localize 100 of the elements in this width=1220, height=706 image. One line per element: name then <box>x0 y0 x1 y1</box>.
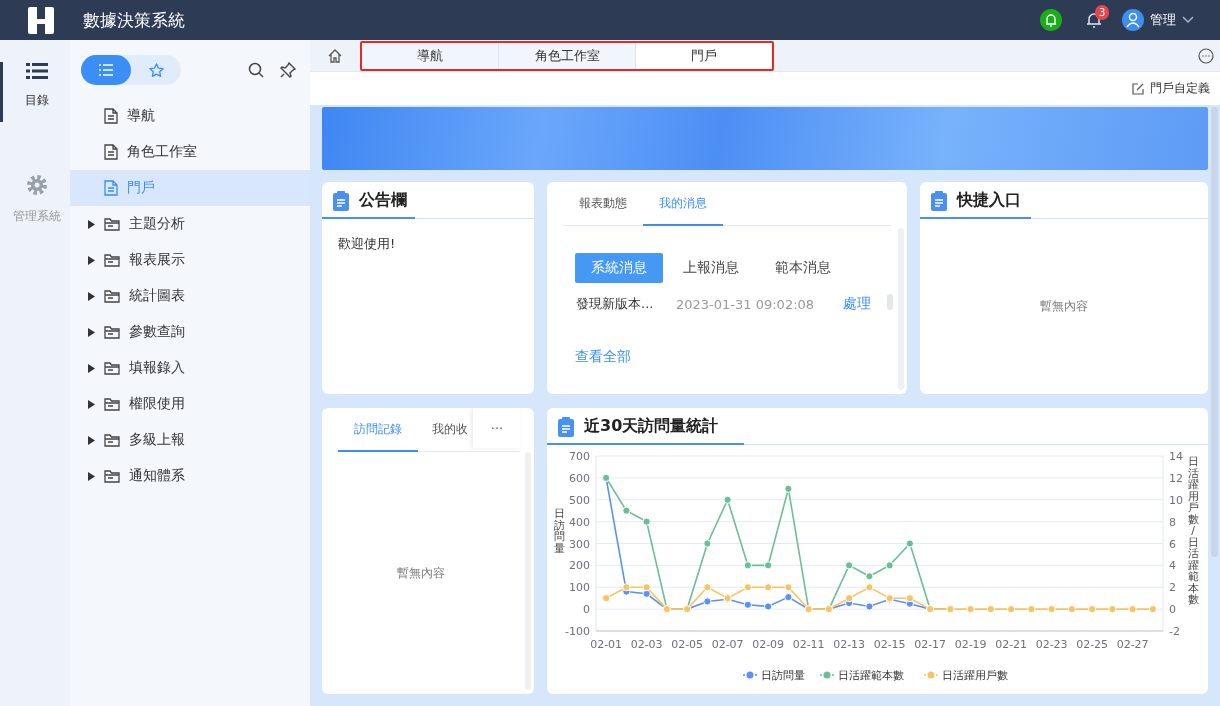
avatar-icon[interactable] <box>1122 9 1144 31</box>
legend-marker-icon[interactable] <box>819 671 835 679</box>
point <box>1148 605 1157 614</box>
handle-link[interactable]: 處理 <box>843 295 871 313</box>
axis-tick-label: 6 <box>1169 537 1176 551</box>
axis-tick-label: 02-17 <box>914 638 947 651</box>
tree-item[interactable]: 多級上報 <box>70 422 310 458</box>
tree-item[interactable]: 權限使用 <box>70 386 310 422</box>
caret-icon[interactable] <box>88 363 95 373</box>
axis-tick-label: 0 <box>583 603 590 617</box>
caret-icon[interactable] <box>88 399 95 409</box>
axis-tick-label: 400 <box>569 515 590 529</box>
card-title: 公告欄 <box>322 182 415 219</box>
search-icon[interactable] <box>248 62 264 78</box>
axis-tick-label: 500 <box>569 493 590 507</box>
folder-icon <box>104 325 120 339</box>
point <box>1067 605 1076 614</box>
point <box>764 602 773 611</box>
message-tab[interactable]: 報表動態 <box>563 182 643 225</box>
tree-item[interactable]: 統計圖表 <box>70 278 310 314</box>
edit-icon[interactable] <box>1132 82 1144 95</box>
clipboard-icon <box>332 190 350 211</box>
tree-item[interactable]: 主題分析 <box>70 206 310 242</box>
point <box>622 506 631 515</box>
legend-label[interactable]: 日活躍用戶數 <box>942 669 1008 682</box>
list-icon <box>25 62 48 80</box>
scrollbar[interactable] <box>887 294 893 310</box>
axis-tick-label: 02-25 <box>1076 638 1109 651</box>
caret-icon[interactable] <box>88 291 95 301</box>
point <box>703 539 712 548</box>
point <box>784 592 793 602</box>
axis-tick-label: 2 <box>1169 581 1176 595</box>
point <box>642 517 651 526</box>
axis-tick-label: 10 <box>1169 493 1183 507</box>
page-tab[interactable]: 門戶 <box>636 42 772 69</box>
axis-tick-label: 02-07 <box>711 638 744 651</box>
user-name[interactable]: 管理 <box>1150 11 1176 29</box>
more-button[interactable]: ··· <box>473 408 521 448</box>
records-tab[interactable]: 訪問記錄 <box>338 408 418 452</box>
legend-label[interactable]: 日訪問量 <box>761 669 805 682</box>
message-time: 2023-01-31 09:02:08 <box>676 296 816 312</box>
home-icon[interactable] <box>328 48 342 63</box>
notice-text: 歡迎使用! <box>337 235 397 253</box>
caret-icon[interactable] <box>88 219 95 229</box>
message-type-tab[interactable]: 範本消息 <box>759 253 847 283</box>
document-icon <box>104 180 118 196</box>
point <box>723 495 732 504</box>
caret-icon[interactable] <box>88 435 95 445</box>
bell-icon[interactable] <box>1040 9 1062 31</box>
legend-label[interactable]: 日活躍範本數 <box>838 669 904 682</box>
tree-item[interactable]: 導航 <box>70 98 310 134</box>
axis-tick-label: 02-23 <box>1035 638 1068 651</box>
axis-tick-label: 02-11 <box>792 638 825 651</box>
axis-tick-label: 02-01 <box>590 638 623 651</box>
point <box>1108 605 1117 614</box>
card-title: 快捷入口 <box>920 182 1031 219</box>
records-tab[interactable]: 我的收 <box>418 408 468 451</box>
document-icon <box>104 144 118 160</box>
legend-marker-icon[interactable] <box>742 671 758 679</box>
notification-badge: 3 <box>1095 5 1110 20</box>
bell-icon[interactable] <box>1086 11 1102 29</box>
app-title: 數據決策系統 <box>83 8 185 32</box>
tree-item[interactable]: 報表展示 <box>70 242 310 278</box>
clipboard-icon <box>930 190 948 211</box>
point <box>743 561 752 570</box>
message-title[interactable]: 發現新版本... <box>576 295 676 313</box>
axis-tick-label: 100 <box>569 581 590 595</box>
card-title: 近30天訪問量統計 <box>547 408 745 445</box>
point <box>865 583 874 592</box>
more-icon[interactable] <box>1198 47 1214 64</box>
caret-icon[interactable] <box>88 255 95 265</box>
point <box>966 605 975 614</box>
point <box>905 594 914 603</box>
empty-text: 暫無內容 <box>396 564 446 582</box>
message-type-tab[interactable]: 上報消息 <box>667 253 755 283</box>
view-all-link[interactable]: 查看全部 <box>575 348 907 366</box>
point <box>1088 605 1097 614</box>
point <box>784 583 793 592</box>
point <box>865 572 874 581</box>
tree-item[interactable]: 角色工作室 <box>70 134 310 170</box>
caret-icon[interactable] <box>88 327 95 337</box>
caret-icon[interactable] <box>88 471 95 481</box>
tree-item[interactable]: 填報錄入 <box>70 350 310 386</box>
tree-item[interactable]: 通知體系 <box>70 458 310 494</box>
message-tab[interactable]: 我的消息 <box>643 182 723 226</box>
point <box>845 561 854 570</box>
pin-icon[interactable] <box>280 62 296 78</box>
view-mode-tab[interactable] <box>81 55 131 85</box>
clipboard-icon <box>557 416 575 437</box>
axis-tick-label: 02-03 <box>630 638 663 651</box>
tree-item[interactable]: 參數查詢 <box>70 314 310 350</box>
customize-portal-link[interactable]: 門戶自定義 <box>1150 80 1210 97</box>
legend-marker-icon[interactable] <box>923 671 939 679</box>
axis-tick-label: 02-21 <box>995 638 1028 651</box>
logo-icon[interactable] <box>27 6 55 34</box>
chevron-down-icon[interactable] <box>1182 16 1194 24</box>
point <box>784 484 793 493</box>
point <box>905 539 914 548</box>
point <box>622 583 631 592</box>
point <box>885 561 894 570</box>
